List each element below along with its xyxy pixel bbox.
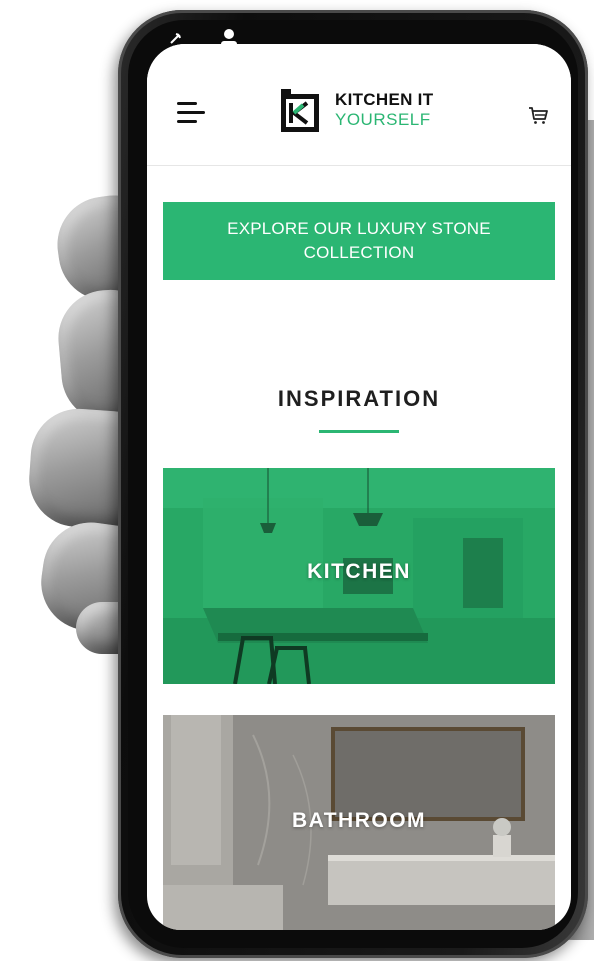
logo-line-2: YOURSELF bbox=[335, 110, 431, 129]
logo-line-1: KITCHEN IT bbox=[335, 90, 434, 109]
device-mockup: KITCHEN IT YOURSELF EXPLORE OUR LUXURY S… bbox=[0, 0, 594, 961]
luxury-stone-banner-button[interactable]: EXPLORE OUR LUXURY STONE COLLECTION bbox=[163, 202, 555, 280]
kitchen-tile-label: KITCHEN bbox=[307, 560, 411, 583]
section-title-inspiration: INSPIRATION bbox=[277, 386, 441, 411]
logo-mark-icon bbox=[277, 85, 323, 135]
cart-icon[interactable] bbox=[527, 104, 549, 126]
kitchen-tile[interactable]: KITCHEN bbox=[163, 468, 555, 684]
bathroom-tile-label: BATHROOM bbox=[291, 809, 427, 832]
site-logo[interactable]: KITCHEN IT YOURSELF bbox=[277, 82, 433, 138]
hamburger-menu-icon[interactable] bbox=[177, 102, 205, 124]
logo-text: KITCHEN IT YOURSELF bbox=[335, 90, 433, 130]
banner-text: EXPLORE OUR LUXURY STONE COLLECTION bbox=[227, 219, 491, 262]
site-header: KITCHEN IT YOURSELF bbox=[147, 44, 571, 166]
title-underline bbox=[319, 430, 399, 433]
phone-screen: KITCHEN IT YOURSELF EXPLORE OUR LUXURY S… bbox=[147, 44, 571, 930]
bathroom-tile[interactable]: BATHROOM bbox=[163, 715, 555, 930]
